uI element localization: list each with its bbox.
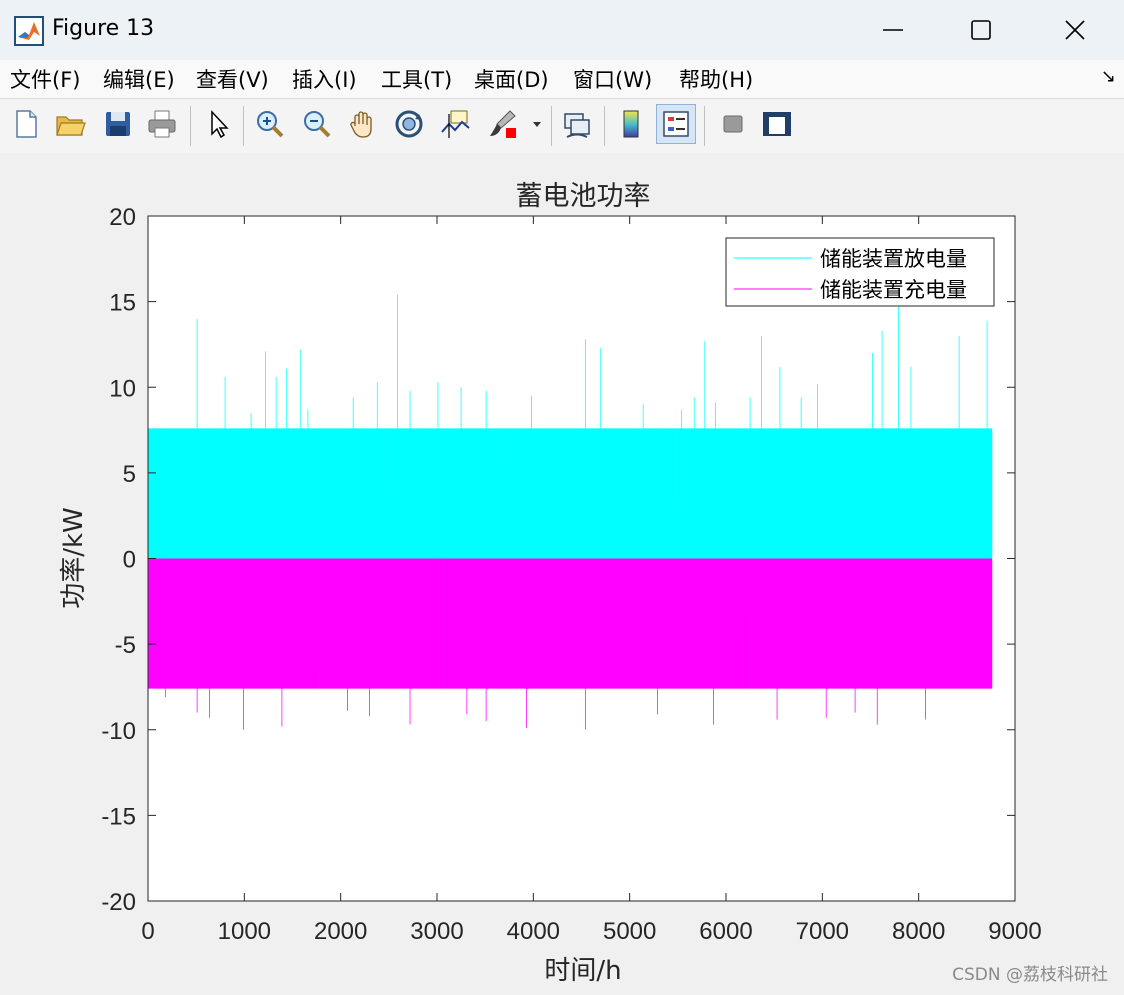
x-tick-label: 7000 [796, 918, 849, 945]
chevron-down-icon [533, 122, 541, 127]
x-tick-label: 0 [141, 918, 154, 945]
menu-window[interactable]: 窗口(W) [573, 64, 652, 94]
menu-desktop[interactable]: 桌面(D) [474, 64, 549, 94]
pan-hand-icon [350, 111, 372, 138]
brush-button[interactable] [482, 104, 522, 144]
zoom-in-button[interactable] [250, 104, 290, 144]
legend-label-charge: 储能装置充电量 [820, 278, 967, 302]
open-button[interactable] [50, 104, 90, 144]
toolbar-separator [604, 106, 605, 146]
save-icon [106, 112, 130, 136]
print-icon [148, 110, 176, 138]
menu-view[interactable]: 查看(V) [196, 64, 269, 94]
new-figure-icon [16, 110, 37, 138]
maximize-icon [971, 20, 991, 40]
zoom-in-icon [257, 111, 284, 138]
rotate-3d-icon [395, 110, 423, 138]
menu-insert[interactable]: 插入(I) [292, 64, 357, 94]
toolbar-separator [243, 106, 244, 146]
hide-plot-tools-icon [723, 115, 743, 133]
title-bar: Figure 13 [0, 0, 1124, 60]
x-axis-label: 时间/h [544, 956, 621, 986]
y-tick-label: 0 [123, 547, 136, 574]
print-button[interactable] [142, 104, 182, 144]
pointer-arrow-icon [211, 110, 229, 139]
close-icon [1065, 20, 1085, 40]
x-tick-label: 2000 [314, 918, 367, 945]
legend-icon [663, 111, 689, 137]
data-cursor-button[interactable] [435, 104, 475, 144]
edit-plot-button[interactable] [198, 104, 238, 144]
colorbar-button[interactable] [611, 104, 651, 144]
pan-button[interactable] [343, 104, 383, 144]
maximize-button[interactable] [958, 10, 1004, 50]
save-button[interactable] [98, 104, 138, 144]
y-tick-label: 5 [123, 461, 136, 488]
menu-tools[interactable]: 工具(T) [381, 64, 452, 94]
y-axis-label: 功率/kW [59, 507, 89, 609]
legend-label-discharge: 储能装置放电量 [820, 247, 967, 271]
x-tick-label: 1000 [218, 918, 271, 945]
show-plot-tools-button[interactable] [757, 104, 797, 144]
x-tick-label: 5000 [603, 918, 656, 945]
chart-svg: 0 1000 2000 3000 4000 5000 6000 7000 8000 9000 -20… [59, 181, 1042, 986]
toolbar-separator [190, 106, 191, 146]
y-tick-label: -20 [101, 889, 136, 916]
x-tick-label: 9000 [988, 918, 1041, 945]
figure-canvas[interactable]: 0 1000 2000 3000 4000 5000 6000 7000 8000 9000 -20… [0, 153, 1124, 995]
y-tick-label: -5 [115, 632, 136, 659]
watermark: CSDN @荔枝科研社 [952, 965, 1108, 985]
y-tick-label: -15 [101, 803, 136, 830]
link-plot-icon [564, 113, 590, 138]
open-folder-icon [56, 116, 86, 136]
brush-icon [490, 110, 516, 138]
window-title: Figure 13 [52, 16, 155, 41]
hide-plot-tools-button[interactable] [712, 104, 752, 144]
menu-help[interactable]: 帮助(H) [679, 64, 753, 94]
rotate-button[interactable] [389, 104, 429, 144]
menu-edit[interactable]: 编辑(E) [103, 64, 175, 94]
y-tick-label: 10 [109, 375, 136, 402]
legend-button[interactable] [656, 104, 696, 144]
legend[interactable]: 储能装置放电量 储能装置充电量 [725, 237, 995, 307]
x-tick-label: 6000 [699, 918, 752, 945]
zoom-out-button[interactable] [297, 104, 337, 144]
zoom-out-icon [304, 111, 331, 138]
chart-title: 蓄电池功率 [516, 181, 651, 212]
toolbar-separator [551, 106, 552, 146]
minimize-button[interactable] [870, 10, 916, 50]
brush-dropdown-button[interactable] [526, 104, 548, 144]
x-tick-label: 3000 [410, 918, 463, 945]
x-tick-label: 4000 [507, 918, 560, 945]
new-figure-button[interactable] [6, 104, 46, 144]
toolbar-separator [704, 106, 705, 146]
close-button[interactable] [1052, 10, 1098, 50]
y-tick-label: 20 [109, 204, 136, 231]
x-tick-label: 8000 [892, 918, 945, 945]
link-plot-button[interactable] [557, 104, 597, 144]
colorbar-icon [623, 110, 639, 138]
data-cursor-icon [441, 110, 470, 138]
menu-file[interactable]: 文件(F) [10, 64, 80, 94]
dock-arrow-icon[interactable]: ↘ [1101, 66, 1116, 87]
minimize-icon [883, 29, 903, 31]
y-tick-label: -10 [101, 718, 136, 745]
matlab-logo-icon [14, 16, 44, 46]
show-plot-tools-icon [763, 112, 791, 136]
y-tick-label: 15 [109, 290, 136, 317]
